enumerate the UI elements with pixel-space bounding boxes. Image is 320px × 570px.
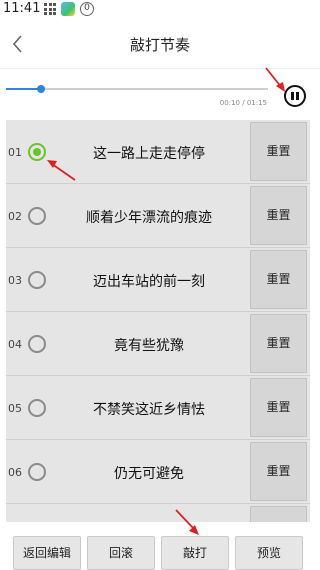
pause-icon	[291, 92, 294, 100]
lyrics-list: 01 这一路上走走停停 重置 02 顺着少年漂流的痕迹 重置 03 迈出车站的前一刻 重置 04 竟…	[6, 120, 310, 522]
progress-track[interactable]	[6, 85, 268, 93]
page-title: 敲打节奏	[129, 36, 190, 54]
rewind-button[interactable]: 回滚	[87, 536, 155, 570]
reset-button[interactable]	[250, 506, 307, 522]
lyric-text: 这一路上走走停停	[93, 146, 205, 162]
pause-icon-bar	[296, 92, 299, 100]
header: 敲打节奏	[0, 22, 320, 66]
preview-button[interactable]: 预览	[235, 536, 303, 570]
app-icon	[61, 2, 75, 16]
reset-button[interactable]: 重置	[250, 442, 307, 501]
lyric-row[interactable]: 01 这一路上走走停停 重置	[6, 120, 310, 184]
lyric-number: 04	[8, 338, 22, 351]
progress-fill	[6, 88, 41, 90]
lyric-row[interactable]: 06 仍无可避免 重置	[6, 440, 310, 504]
reset-button[interactable]: 重置	[250, 186, 307, 245]
lyric-select-radio[interactable]	[28, 143, 46, 161]
tap-button[interactable]: 敲打	[161, 536, 229, 570]
grid-icon	[43, 2, 57, 16]
notification-icon: 0	[80, 2, 94, 16]
lyric-number: 01	[8, 146, 22, 159]
reset-button[interactable]: 重置	[250, 122, 307, 181]
progress-thumb[interactable]	[36, 85, 45, 93]
lyric-row[interactable]: 05 不禁笑这近乡情怯 重置	[6, 376, 310, 440]
reset-button[interactable]: 重置	[250, 378, 307, 437]
lyric-select-radio[interactable]	[28, 463, 46, 481]
chevron-left-icon	[12, 35, 22, 53]
audio-player: 00:10 / 01:15	[0, 68, 320, 117]
lyric-row[interactable]: 03 迈出车站的前一刻 重置	[6, 248, 310, 312]
lyric-text: 顺着少年漂流的痕迹	[86, 210, 212, 226]
reset-button[interactable]: 重置	[250, 250, 307, 309]
current-time: 00:10	[219, 99, 240, 107]
lyric-text: 仍无可避免	[114, 466, 184, 482]
lyric-select-radio[interactable]	[28, 207, 46, 225]
lyric-text: 迈出车站的前一刻	[93, 274, 205, 290]
lyric-select-radio[interactable]	[28, 335, 46, 353]
lyric-row[interactable]	[6, 504, 310, 522]
back-to-edit-button[interactable]: 返回编辑	[13, 536, 81, 570]
lyric-number: 06	[8, 466, 22, 479]
time-readout: 00:10 / 01:15	[220, 99, 267, 107]
lyric-select-radio[interactable]	[28, 271, 46, 289]
lyric-text: 竟有些犹豫	[114, 338, 184, 354]
bottom-toolbar: 返回编辑 回滚 敲打 预览	[0, 530, 320, 570]
total-time: 01:15	[246, 99, 267, 107]
lyric-number: 02	[8, 210, 22, 223]
reset-button[interactable]: 重置	[250, 314, 307, 373]
back-button[interactable]	[6, 30, 30, 58]
lyric-number: 03	[8, 274, 22, 287]
lyric-number: 05	[8, 402, 22, 415]
pause-button[interactable]	[284, 85, 306, 107]
status-time: 11:41	[3, 1, 41, 16]
status-bar: 11:41 0	[0, 0, 320, 18]
lyric-row[interactable]: 02 顺着少年漂流的痕迹 重置	[6, 184, 310, 248]
lyric-row[interactable]: 04 竟有些犹豫 重置	[6, 312, 310, 376]
lyric-select-radio[interactable]	[28, 399, 46, 417]
lyric-text: 不禁笑这近乡情怯	[93, 402, 205, 418]
